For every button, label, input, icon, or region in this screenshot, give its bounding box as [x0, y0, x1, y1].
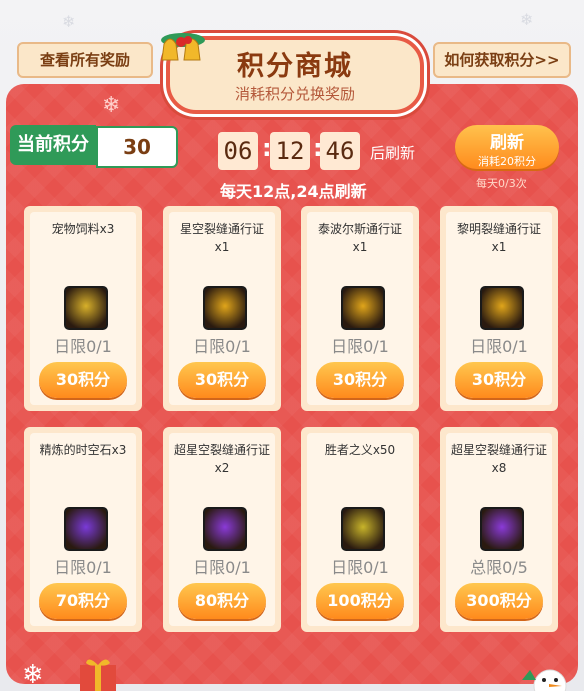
reward-card: 超星空裂缝通行证x2 日限0/1 80积分: [163, 427, 281, 632]
current-points-value: 30: [96, 126, 178, 168]
daily-refresh-note: 每天12点,24点刷新: [220, 182, 367, 201]
pet-food-icon[interactable]: [64, 286, 108, 330]
christmas-bells-icon: [161, 33, 205, 61]
snowman-icon: [522, 669, 567, 691]
reward-card: 胜者之义x50 日限0/1 100积分: [301, 427, 419, 632]
reward-card: 精炼的时空石x3 日限0/1 70积分: [24, 427, 142, 632]
snowflake-icon: ❄: [102, 93, 121, 118]
refresh-suffix: 后刷新: [370, 144, 416, 162]
reward-card-body: 宠物饲料x3 日限0/1 30积分: [30, 212, 136, 405]
reward-card-body: 星空裂缝通行证x1 日限0/1 30积分: [169, 212, 275, 405]
reward-card: 黎明裂缝通行证x1 日限0/1 30积分: [440, 206, 558, 411]
reward-limit: 日限0/1: [331, 558, 389, 577]
reward-limit: 日限0/1: [470, 337, 528, 356]
reward-name: 胜者之义x50: [324, 443, 396, 457]
reward-card: 宠物饲料x3 日限0/1 30积分: [24, 206, 142, 411]
how-to-get-points-button[interactable]: 如何获取积分>>: [433, 42, 571, 78]
reward-name: 星空裂缝通行证x1: [179, 222, 264, 254]
reward-limit: 日限0/1: [193, 337, 251, 356]
reward-limit: 日限0/1: [54, 337, 112, 356]
free-pass-icon[interactable]: [341, 286, 385, 330]
snowflake-icon: ❄: [62, 12, 76, 31]
fist-icon[interactable]: [341, 507, 385, 551]
free-pass-icon[interactable]: [203, 286, 247, 330]
refresh-cost: 消耗20积分: [478, 155, 536, 168]
snowflake-icon: ❄: [520, 10, 534, 29]
reward-card-body: 胜者之义x50 日限0/1 100积分: [307, 433, 413, 626]
redeem-button[interactable]: 30积分: [178, 362, 266, 398]
reward-card-body: 精炼的时空石x3 日限0/1 70积分: [30, 433, 136, 626]
reward-limit: 日限0/1: [193, 558, 251, 577]
reward-name: 黎明裂缝通行证x1: [456, 222, 541, 254]
reward-limit: 日限0/1: [331, 337, 389, 356]
time-stone-icon[interactable]: [64, 507, 108, 551]
redeem-button[interactable]: 30积分: [39, 362, 127, 398]
refresh-button[interactable]: 刷新 消耗20积分: [455, 125, 559, 169]
reward-card-body: 泰波尔斯通行证x1 日限0/1 30积分: [307, 212, 413, 405]
timer-seconds: 46: [320, 132, 360, 170]
redeem-button[interactable]: 30积分: [316, 362, 404, 398]
gift-box-icon: [80, 659, 116, 691]
reward-name: 超星空裂缝通行证x8: [450, 443, 547, 475]
reward-name: 精炼的时空石x3: [39, 443, 127, 457]
reward-name: 超星空裂缝通行证x2: [173, 443, 270, 475]
view-all-rewards-button[interactable]: 查看所有奖励: [17, 42, 153, 78]
reward-card: 星空裂缝通行证x1 日限0/1 30积分: [163, 206, 281, 411]
reward-card: 泰波尔斯通行证x1 日限0/1 30积分: [301, 206, 419, 411]
free-pass-icon[interactable]: [480, 507, 524, 551]
reward-card-body: 超星空裂缝通行证x8 总限0/5 300积分: [446, 433, 552, 626]
redeem-button[interactable]: 70积分: [39, 583, 127, 619]
timer-minutes: 12: [270, 132, 310, 170]
redeem-button[interactable]: 30积分: [455, 362, 543, 398]
reward-card: 超星空裂缝通行证x8 总限0/5 300积分: [440, 427, 558, 632]
page-subtitle: 消耗积分兑换奖励: [234, 85, 355, 103]
snowflake-icon: ❄: [22, 660, 44, 690]
reward-limit: 总限0/5: [470, 558, 528, 577]
reward-card-body: 超星空裂缝通行证x2 日限0/1 80积分: [169, 433, 275, 626]
redeem-button[interactable]: 300积分: [455, 583, 543, 619]
free-pass-icon[interactable]: [203, 507, 247, 551]
timer-hours: 06: [218, 132, 258, 170]
reward-name: 泰波尔斯通行证x1: [317, 222, 402, 254]
reward-name: 宠物饲料x3: [51, 222, 115, 236]
redeem-button[interactable]: 100积分: [316, 583, 404, 619]
reward-limit: 日限0/1: [54, 558, 112, 577]
redeem-button[interactable]: 80积分: [178, 583, 266, 619]
refresh-label: 刷新: [490, 133, 524, 153]
refresh-count: 每天0/3次: [476, 177, 527, 190]
current-points-label: 当前积分: [10, 125, 96, 165]
reward-card-body: 黎明裂缝通行证x1 日限0/1 30积分: [446, 212, 552, 405]
free-pass-icon[interactable]: [480, 286, 524, 330]
